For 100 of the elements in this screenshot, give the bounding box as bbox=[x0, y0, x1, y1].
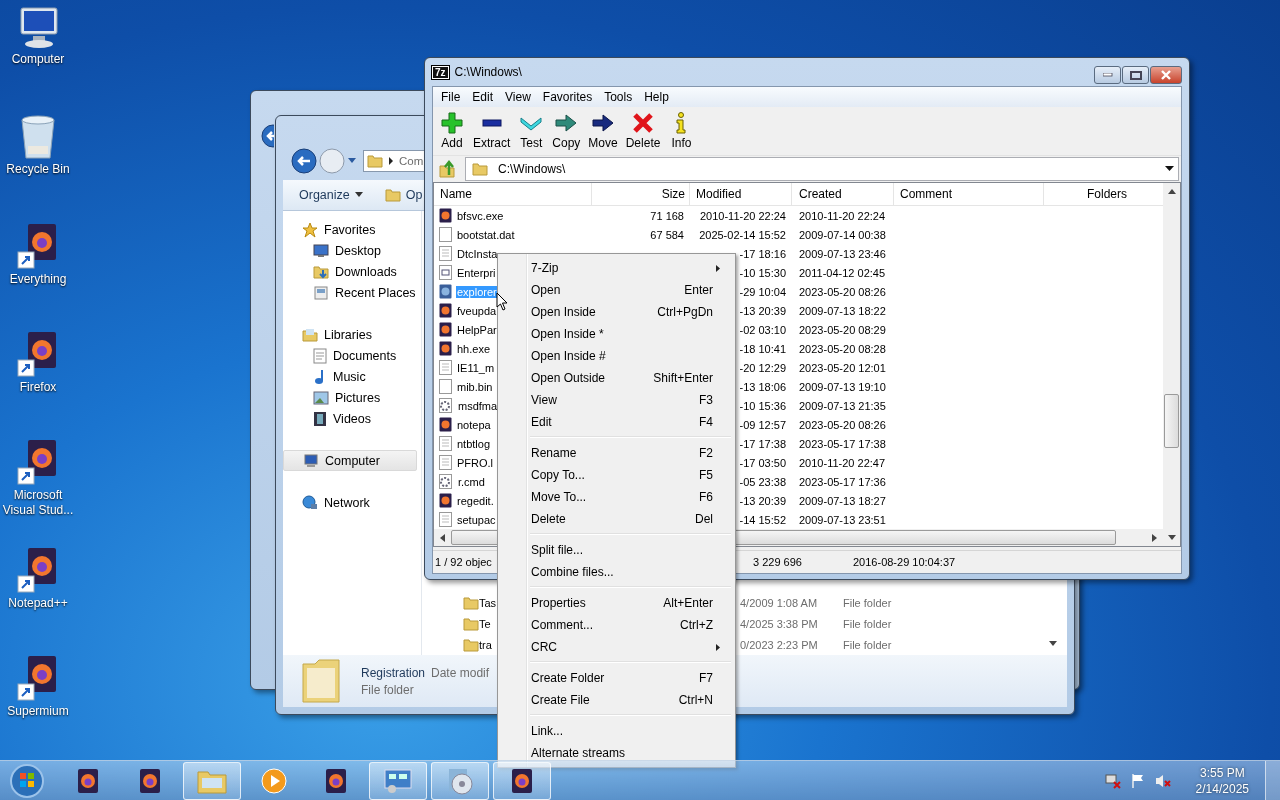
back-button-icon[interactable] bbox=[261, 124, 274, 148]
file-name[interactable]: notepa bbox=[456, 418, 492, 431]
desktop-icon-label[interactable]: Computer bbox=[0, 52, 76, 67]
file-name[interactable]: setupac bbox=[456, 513, 497, 526]
file-name[interactable]: IE11_m bbox=[456, 361, 496, 374]
nav-item[interactable]: Downloads bbox=[283, 261, 421, 282]
file-name[interactable]: r.cmd bbox=[457, 475, 486, 488]
menu-item[interactable]: Open Enter bbox=[500, 279, 733, 301]
file-name[interactable]: fveupda bbox=[456, 304, 498, 317]
created-cell: 2023-05-20 08:26 bbox=[799, 285, 886, 298]
taskbar-button[interactable] bbox=[493, 762, 551, 800]
address-bar[interactable]: Com bbox=[363, 150, 425, 172]
menu-item[interactable]: Rename F2 bbox=[500, 442, 733, 464]
file-name[interactable]: msdfma bbox=[457, 399, 499, 412]
nav-item[interactable]: Pictures bbox=[283, 387, 421, 408]
speaker-muted-icon[interactable] bbox=[1154, 773, 1171, 789]
scrollbar-thumb[interactable] bbox=[1164, 394, 1179, 448]
file-name[interactable]: bootstat.dat bbox=[456, 228, 516, 241]
desktop-icon-label[interactable]: Firefox bbox=[0, 380, 76, 395]
file-name[interactable]: mib.bin bbox=[456, 380, 494, 393]
close-button[interactable] bbox=[1150, 66, 1182, 84]
column-header[interactable]: Comment bbox=[894, 183, 1044, 205]
toolbar-button[interactable]: Move bbox=[584, 112, 622, 150]
nav-item[interactable]: Favorites bbox=[283, 219, 421, 240]
file-name[interactable]: hh.exe bbox=[456, 342, 492, 355]
dropdown-caret-icon bbox=[1165, 166, 1174, 172]
column-header[interactable]: Modified bbox=[690, 183, 792, 205]
file-name[interactable]: Enterpri bbox=[456, 266, 497, 279]
type-cell: File folder bbox=[843, 596, 892, 609]
film-icon bbox=[313, 410, 327, 427]
nav-item[interactable]: Videos bbox=[283, 408, 421, 429]
nav-item[interactable]: Music bbox=[283, 366, 421, 387]
clock[interactable]: 3:55 PM 2/14/2025 bbox=[1195, 765, 1249, 797]
column-header[interactable]: Folders bbox=[1044, 183, 1164, 205]
nav-item[interactable]: Computer bbox=[283, 450, 417, 471]
back-button-icon[interactable] bbox=[291, 148, 317, 174]
start-button[interactable] bbox=[9, 763, 45, 799]
menu-item[interactable]: Copy To... F5 bbox=[500, 464, 733, 486]
file-name[interactable]: HelpPar bbox=[456, 323, 498, 336]
toolbar-button[interactable]: Add bbox=[435, 112, 469, 150]
nav-item[interactable]: Recent Places bbox=[283, 282, 421, 303]
toolbar-button[interactable]: Extract bbox=[469, 112, 515, 150]
menu-item[interactable]: Favorites bbox=[536, 90, 599, 104]
menu-item[interactable]: Delete Del bbox=[500, 508, 733, 530]
menu-item[interactable]: Properties Alt+Enter bbox=[500, 592, 733, 614]
file-name[interactable]: PFRO.l bbox=[456, 456, 495, 469]
scroll-down-icon[interactable] bbox=[1049, 641, 1057, 647]
nav-item[interactable]: Desktop bbox=[283, 240, 421, 261]
nav-item[interactable]: Documents bbox=[283, 345, 421, 366]
nav-item[interactable]: Network bbox=[283, 492, 421, 513]
desktop-icon-label[interactable]: Microsoft Visual Stud... bbox=[0, 488, 76, 518]
file-name[interactable]: bfsvc.exe bbox=[456, 209, 505, 222]
menu-item[interactable]: Open Inside # bbox=[500, 345, 733, 367]
file-name[interactable]: ntbtlog bbox=[456, 437, 492, 450]
toolbar-button[interactable]: Delete bbox=[621, 112, 665, 150]
toolbar-button[interactable]: Test bbox=[514, 112, 549, 150]
minimize-button[interactable] bbox=[1094, 66, 1121, 84]
menu-item[interactable]: Link... bbox=[500, 720, 733, 742]
toolbar-button[interactable]: Copy bbox=[548, 112, 585, 150]
menu-item[interactable]: Edit bbox=[466, 90, 500, 104]
maximize-button[interactable] bbox=[1122, 66, 1149, 84]
menu-item[interactable]: Move To... F6 bbox=[500, 486, 733, 508]
column-header[interactable]: Created bbox=[792, 183, 894, 205]
organize-button[interactable]: Organize bbox=[295, 188, 367, 202]
menu-item[interactable]: View F3 bbox=[500, 389, 733, 411]
menu-item[interactable]: Combine files... bbox=[500, 561, 733, 583]
desktop-icon-label[interactable]: Supermium bbox=[0, 704, 76, 719]
desktop-icon-label[interactable]: Recycle Bin bbox=[0, 162, 76, 177]
modified-cell: -17 17:38 bbox=[739, 437, 786, 450]
vertical-scrollbar[interactable] bbox=[1163, 183, 1180, 546]
dropdown-caret-icon[interactable] bbox=[347, 157, 357, 165]
menu-item[interactable]: Comment... Ctrl+Z bbox=[500, 614, 733, 636]
network-icon[interactable] bbox=[1104, 773, 1121, 789]
menu-item[interactable]: File bbox=[435, 90, 467, 104]
menu-item[interactable]: 7-Zip bbox=[500, 257, 733, 279]
menu-item[interactable]: Create Folder F7 bbox=[500, 667, 733, 689]
menu-item[interactable]: Split file... bbox=[500, 539, 733, 561]
file-name[interactable]: regedit. bbox=[456, 494, 495, 507]
menu-item[interactable]: Open Outside Shift+Enter bbox=[500, 367, 733, 389]
desktop-icon-label[interactable]: Everything bbox=[0, 272, 76, 287]
menu-item[interactable]: Open Inside Ctrl+PgDn bbox=[500, 301, 733, 323]
menu-item[interactable]: Alternate streams bbox=[500, 742, 733, 764]
menu-item[interactable]: Tools bbox=[598, 90, 639, 104]
flag-icon[interactable] bbox=[1129, 773, 1146, 789]
menu-item[interactable]: Create File Ctrl+N bbox=[500, 689, 733, 711]
nav-item[interactable]: Libraries bbox=[283, 324, 421, 345]
menu-item[interactable]: Edit F4 bbox=[500, 411, 733, 433]
desktop-icon-label[interactable]: Notepad++ bbox=[0, 596, 76, 611]
file-name[interactable]: DtcInsta bbox=[456, 247, 499, 260]
menu-item[interactable]: Help bbox=[638, 90, 675, 104]
address-field[interactable]: C:\Windows\ bbox=[465, 157, 1179, 181]
toolbar-button[interactable]: Info bbox=[664, 112, 699, 150]
column-header[interactable]: Name bbox=[434, 183, 592, 205]
created-cell: 2009-07-13 23:46 bbox=[799, 247, 886, 260]
open-button[interactable]: Op bbox=[380, 188, 427, 202]
menu-item[interactable]: Open Inside * bbox=[500, 323, 733, 345]
column-header[interactable]: Size bbox=[592, 183, 690, 205]
menu-item[interactable]: CRC bbox=[500, 636, 733, 658]
menu-item[interactable]: View bbox=[499, 90, 537, 104]
recycle-bin-icon[interactable] bbox=[18, 114, 58, 160]
